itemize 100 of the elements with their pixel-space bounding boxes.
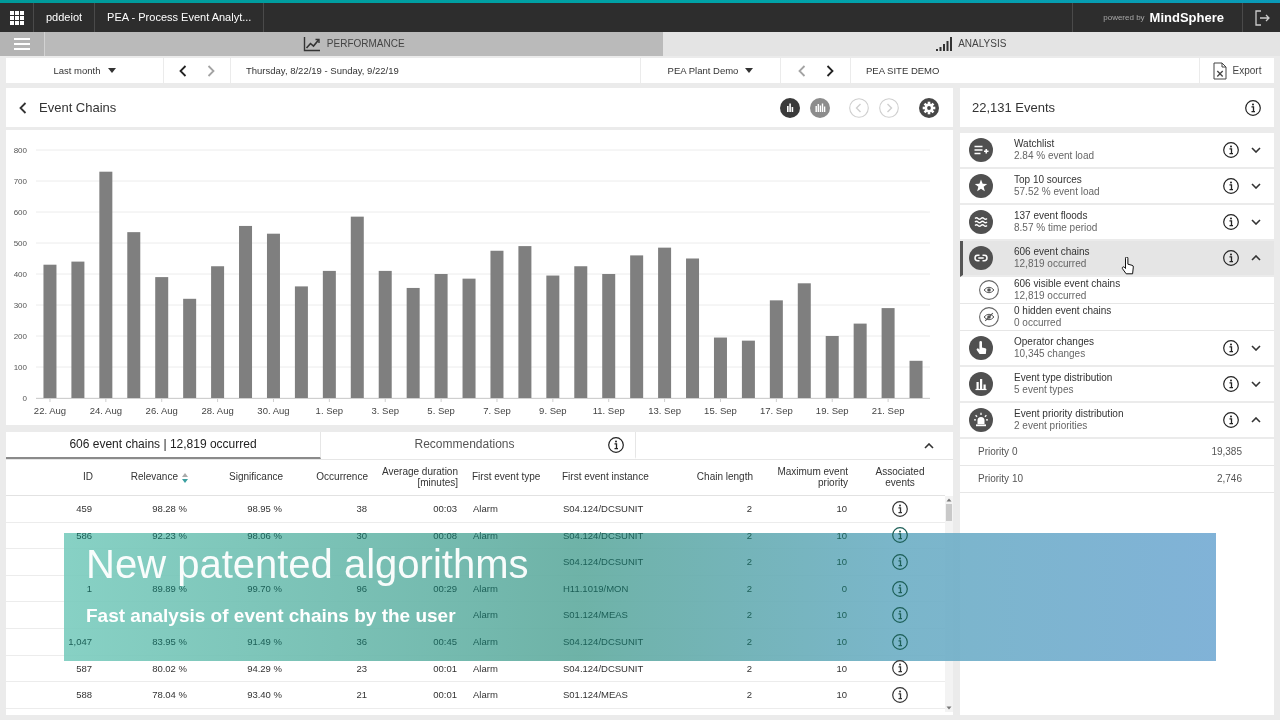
chart-bar[interactable] [713, 337, 727, 398]
nav-tab[interactable]: PERFORMANCE [45, 32, 663, 56]
chart-bar[interactable] [630, 255, 644, 398]
powered-by-text: powered by [1103, 12, 1145, 23]
table-cell-text: H11.1019/MON [562, 581, 630, 596]
chevron-down-icon[interactable] [1251, 345, 1261, 351]
chevron-up-icon[interactable] [1251, 255, 1261, 261]
chart-bar[interactable] [99, 171, 113, 398]
logout-icon[interactable] [1252, 8, 1271, 27]
chart-bar[interactable] [378, 270, 392, 398]
period-dropdown[interactable]: Last month [6, 58, 163, 83]
caret-down-icon[interactable] [745, 68, 754, 73]
pointing-hand-icon[interactable] [969, 336, 993, 360]
chevron-down-icon[interactable] [1251, 147, 1261, 153]
chart-bar[interactable] [183, 298, 197, 398]
column-header[interactable]: Occurrence [290, 460, 375, 495]
bar-chart-icon[interactable] [780, 97, 800, 118]
plant-dropdown[interactable]: PEA Plant Demo [641, 58, 780, 83]
chart-bar[interactable] [825, 336, 839, 398]
table-tab[interactable]: Recommendations [321, 432, 636, 459]
column-header[interactable]: Chain length [680, 460, 760, 495]
chart-bar[interactable] [546, 275, 560, 398]
chart-bar[interactable] [239, 225, 253, 398]
list-item[interactable]: 0 hidden event chains 0 occurred [960, 304, 1274, 331]
spreadsheet-icon[interactable] [1212, 61, 1227, 80]
caret-down-icon[interactable] [107, 68, 116, 73]
chart-bar[interactable] [462, 278, 476, 398]
chevron-down-icon[interactable] [1251, 183, 1261, 189]
axis-label: 400 [13, 270, 27, 279]
chevron-down-icon[interactable] [1251, 381, 1261, 387]
chart-bar[interactable] [406, 287, 420, 398]
chart-bar[interactable] [71, 261, 85, 398]
chart-bar[interactable] [43, 264, 57, 398]
column-header[interactable]: Average duration [minutes] [375, 460, 465, 495]
chart-bar[interactable] [518, 246, 532, 398]
info-icon[interactable] [1245, 99, 1261, 116]
info-icon[interactable] [1223, 376, 1239, 392]
chart-bar[interactable] [853, 323, 867, 398]
list-plus-icon[interactable] [969, 138, 993, 162]
column-header[interactable]: Associated events [855, 460, 945, 495]
column-header[interactable]: Maximum event priority [760, 460, 855, 495]
column-header[interactable]: Relevance [100, 460, 195, 495]
info-icon[interactable] [1223, 178, 1239, 194]
chart-bar[interactable] [602, 274, 616, 398]
chart-bar[interactable] [155, 277, 169, 398]
chart-bar[interactable] [686, 258, 700, 398]
eye-icon[interactable] [979, 280, 999, 300]
column-header[interactable]: Significance [195, 460, 290, 495]
signal-bars-icon [936, 37, 953, 51]
info-icon[interactable] [1223, 412, 1239, 428]
chevron-up-icon[interactable] [924, 442, 934, 449]
chart-bar[interactable] [574, 266, 588, 398]
list-item[interactable]: 606 visible event chains 12,819 occurred [960, 277, 1274, 304]
link-icon[interactable] [969, 246, 993, 270]
info-icon[interactable] [1223, 250, 1239, 266]
chart-bar[interactable] [294, 286, 308, 398]
info-icon[interactable] [892, 527, 908, 544]
bar-chart-icon[interactable] [969, 372, 993, 396]
nav-tab[interactable]: ANALYSIS [662, 32, 1280, 56]
chart-bar[interactable] [769, 300, 783, 398]
chevron-down-icon[interactable] [1251, 219, 1261, 225]
chart-bar[interactable] [797, 283, 811, 398]
column-header[interactable]: ID [6, 460, 100, 495]
sort-icon[interactable] [182, 472, 188, 483]
menu-icon[interactable] [14, 38, 30, 50]
chevron-up-icon[interactable] [1251, 417, 1261, 423]
chart-bar[interactable] [881, 308, 895, 398]
grid-icon[interactable] [9, 10, 24, 25]
axis-label: 30. Aug [257, 405, 290, 416]
chart-bar[interactable] [434, 274, 448, 398]
chart-bar[interactable] [127, 232, 141, 398]
info-icon[interactable] [1223, 214, 1239, 230]
chart-bar[interactable] [490, 250, 504, 398]
table-cell-text: 1 [85, 581, 93, 596]
column-header[interactable]: First event instance [555, 460, 680, 495]
chart-bar[interactable] [322, 270, 336, 398]
chart-bar[interactable] [909, 360, 923, 398]
chart-bar[interactable] [350, 216, 364, 398]
info-icon[interactable] [1223, 142, 1239, 158]
export-button[interactable]: Export [1200, 58, 1274, 83]
chart-bar[interactable] [741, 340, 755, 398]
info-icon[interactable] [892, 686, 908, 703]
column-header[interactable]: First event type [465, 460, 555, 495]
info-icon[interactable] [1223, 340, 1239, 356]
alarm-light-icon[interactable] [969, 408, 993, 432]
table-cell-text: S04.124/DCSUNIT [562, 555, 645, 570]
table-cell-text: 21 [355, 688, 368, 703]
crossed-eye-icon[interactable] [979, 307, 999, 327]
chart-bar[interactable] [211, 266, 225, 398]
table-tab[interactable]: 606 event chains | 12,819 occurred [6, 432, 321, 459]
info-icon[interactable] [892, 500, 908, 517]
info-icon[interactable] [608, 436, 624, 453]
chart-bar[interactable] [266, 233, 280, 398]
waves-icon[interactable] [969, 210, 993, 234]
list-item[interactable]: 606 event chains 12,819 occurred [960, 241, 1274, 277]
info-icon[interactable] [892, 660, 908, 677]
item-title: 0 hidden event chains [1014, 305, 1112, 317]
chevron-left-icon[interactable] [19, 101, 27, 114]
settings-icon[interactable] [919, 97, 939, 118]
chart-bar[interactable] [658, 247, 672, 398]
